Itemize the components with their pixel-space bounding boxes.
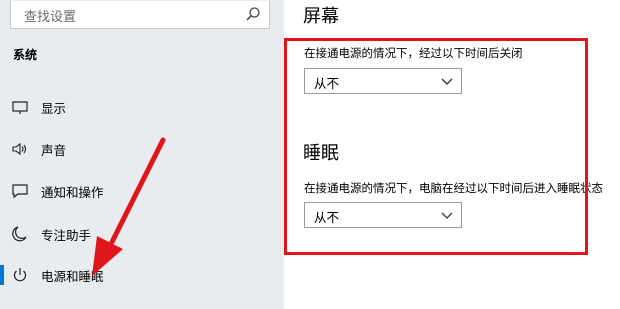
active-indicator [0,265,4,285]
sidebar-item-label: 电源和睡眠 [41,269,104,284]
sidebar-item-label: 显示 [41,101,67,116]
sidebar-item-sound[interactable]: 声音 [0,131,284,167]
search-box[interactable]: 查找设置 [10,1,270,29]
sleep-timeout-value: 从不 [314,210,340,225]
sleep-heading: 睡眠 [303,143,339,164]
sidebar-item-label: 专注助手 [41,228,92,243]
settings-main: 屏幕 在接通电源的情况下，经过以下时间后关闭 从不 睡眠 在接通电源的情况下，电… [284,0,620,309]
sound-icon [12,142,27,156]
settings-sidebar: 查找设置 系统 显示 声音 通知和操作 专注助手 电源和睡眠 [0,0,284,309]
display-icon [12,101,28,114]
sleep-timeout-dropdown[interactable]: 从不 [304,202,462,228]
screen-description: 在接通电源的情况下，经过以下时间后关闭 [304,46,523,60]
notification-icon [12,184,28,199]
moon-icon [12,226,27,242]
screen-timeout-value: 从不 [314,76,340,91]
sidebar-section-title: 系统 [13,48,38,62]
sleep-description: 在接通电源的情况下，电脑在经过以下时间后进入睡眠状态 [304,181,603,195]
screen-heading: 屏幕 [303,6,339,27]
search-icon[interactable] [245,6,261,22]
search-input[interactable]: 查找设置 [24,6,76,25]
sidebar-item-focus-assist[interactable]: 专注助手 [0,216,284,252]
sidebar-item-power-sleep[interactable]: 电源和睡眠 [0,257,284,293]
sidebar-item-display[interactable]: 显示 [0,89,284,125]
sidebar-item-label: 通知和操作 [41,185,104,200]
chevron-down-icon [441,212,453,219]
screen-timeout-dropdown[interactable]: 从不 [304,68,462,94]
power-icon [13,268,27,282]
sidebar-item-notifications[interactable]: 通知和操作 [0,173,284,209]
chevron-down-icon [441,78,453,85]
sidebar-item-label: 声音 [41,143,67,158]
